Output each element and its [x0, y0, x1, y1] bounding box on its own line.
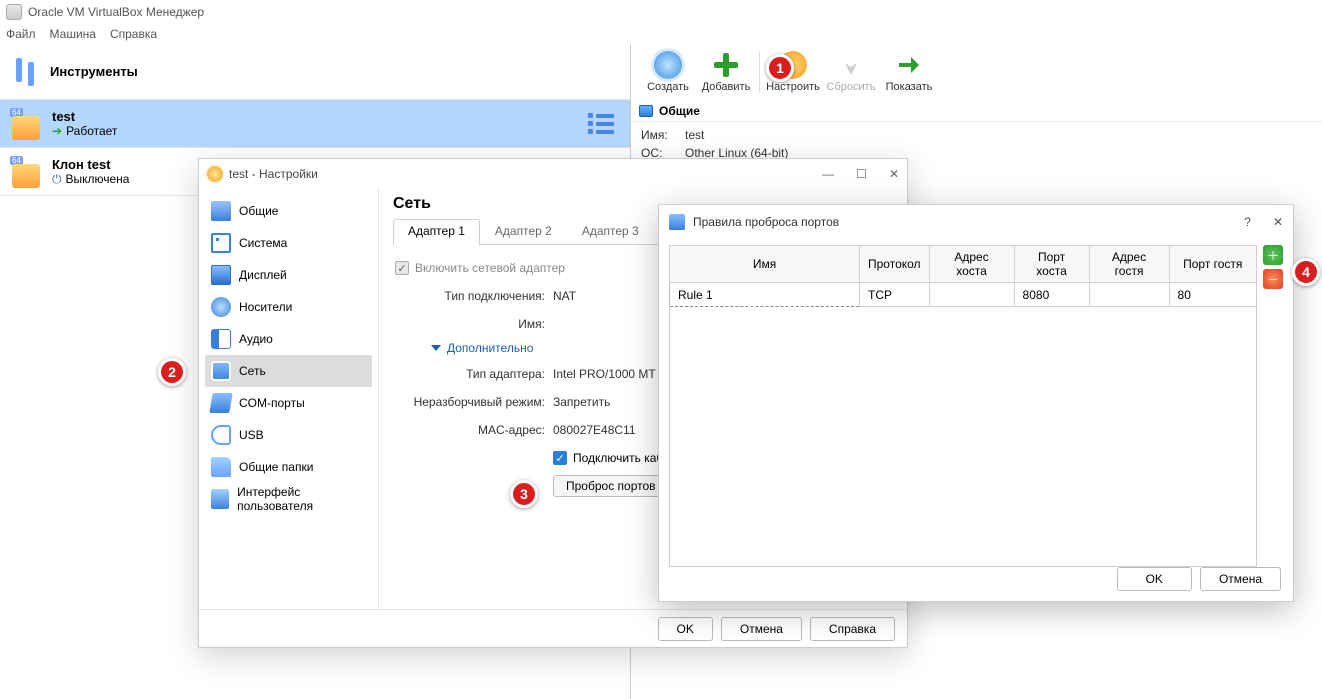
app-titlebar: Oracle VM VirtualBox Менеджер	[0, 0, 1322, 24]
annotation-badge-2: 2	[158, 358, 186, 386]
com-icon	[209, 393, 233, 413]
sidebar-item-system[interactable]: Система	[205, 227, 372, 259]
app-icon	[6, 4, 22, 20]
toolbar-create-button[interactable]: Создать	[639, 44, 697, 100]
details-section-general[interactable]: Общие	[631, 100, 1322, 122]
sidebar-item-ui[interactable]: Интерфейс пользователя	[205, 483, 372, 515]
plus-icon	[712, 51, 740, 79]
settings-title: test - Настройки	[229, 167, 318, 181]
settings-app-icon	[207, 166, 223, 182]
create-icon	[654, 51, 682, 79]
usb-icon	[211, 425, 231, 445]
vm-state: ⏻Выключена	[52, 172, 129, 187]
general-icon	[211, 201, 231, 221]
sidebar-item-storage[interactable]: Носители	[205, 291, 372, 323]
checkbox-icon: ✓	[553, 451, 567, 465]
settings-help-button[interactable]: Справка	[810, 617, 895, 641]
menu-file[interactable]: Файл	[6, 27, 36, 41]
monitor-icon	[639, 105, 653, 117]
ports-table: Имя Протокол Адрес хоста Порт хоста Адре…	[669, 245, 1257, 567]
cell-guest-addr[interactable]	[1089, 283, 1169, 307]
ports-titlebar: Правила проброса портов ? ✕	[659, 205, 1293, 239]
right-toolbar: Создать Добавить Настроить Сбросить Пока…	[631, 44, 1322, 100]
settings-ok-button[interactable]: OK	[658, 617, 713, 641]
col-guest-port[interactable]: Порт гостя	[1169, 246, 1256, 283]
cell-protocol[interactable]: TCP	[860, 283, 930, 307]
vm-item-test[interactable]: 64 test ➔Работает	[0, 100, 630, 148]
display-icon	[211, 265, 231, 285]
system-icon	[211, 233, 231, 253]
settings-cancel-button[interactable]: Отмена	[721, 617, 802, 641]
tools-item[interactable]: Инструменты	[0, 44, 630, 99]
vm-name: test	[52, 109, 117, 124]
close-button[interactable]: ✕	[889, 167, 899, 181]
ports-app-icon	[669, 214, 685, 230]
toolbar-reset-button[interactable]: Сбросить	[822, 44, 880, 100]
col-host-addr[interactable]: Адрес хоста	[929, 246, 1014, 283]
sidebar-item-network[interactable]: Сеть	[205, 355, 372, 387]
tab-adapter-3[interactable]: Адаптер 3	[567, 219, 654, 245]
arrow-down-icon	[837, 51, 865, 79]
settings-footer: OK Отмена Справка	[199, 609, 907, 647]
port-forwarding-dialog: Правила проброса портов ? ✕ Имя Протокол…	[658, 204, 1294, 602]
vm-state: ➔Работает	[52, 124, 117, 138]
settings-sidebar: Общие Система Дисплей Носители Аудио Сет…	[199, 189, 379, 609]
annotation-badge-1: 1	[766, 54, 794, 82]
col-name[interactable]: Имя	[670, 246, 860, 283]
vm-running-icon: ➔	[52, 124, 62, 138]
toolbar-add-button[interactable]: Добавить	[697, 44, 755, 100]
cell-host-addr[interactable]	[929, 283, 1014, 307]
app-title: Oracle VM VirtualBox Менеджер	[28, 5, 204, 19]
port-forwarding-button[interactable]: Проброс портов	[553, 475, 669, 497]
menu-machine[interactable]: Машина	[50, 27, 96, 41]
vm-off-icon: ⏻	[52, 172, 62, 187]
audio-icon	[211, 329, 231, 349]
col-protocol[interactable]: Протокол	[860, 246, 930, 283]
app-menubar: Файл Машина Справка	[0, 24, 1322, 44]
menu-help[interactable]: Справка	[110, 27, 157, 41]
annotation-badge-4: 4	[1292, 258, 1320, 286]
shared-icon	[211, 457, 231, 477]
settings-titlebar: test - Настройки — ☐ ✕	[199, 159, 907, 189]
ports-ok-button[interactable]: OK	[1117, 567, 1192, 591]
ports-title: Правила проброса портов	[693, 215, 839, 229]
vm-os-icon: 64	[10, 156, 42, 188]
sidebar-item-usb[interactable]: USB	[205, 419, 372, 451]
storage-icon	[211, 297, 231, 317]
arrow-right-icon	[895, 51, 923, 79]
ports-help-button[interactable]: ?	[1244, 215, 1251, 229]
checkbox-icon: ✓	[395, 261, 409, 275]
sidebar-item-com[interactable]: COM-порты	[205, 387, 372, 419]
sidebar-item-general[interactable]: Общие	[205, 195, 372, 227]
remove-rule-button[interactable]: －	[1263, 269, 1283, 289]
col-host-port[interactable]: Порт хоста	[1014, 246, 1089, 283]
vm-os-icon: 64	[10, 108, 42, 140]
chevron-down-icon	[431, 345, 441, 351]
sidebar-item-audio[interactable]: Аудио	[205, 323, 372, 355]
cell-host-port[interactable]: 8080	[1014, 283, 1089, 307]
tools-icon	[12, 56, 40, 88]
minimize-button[interactable]: —	[822, 167, 834, 181]
cell-name[interactable]: Rule 1	[670, 283, 860, 307]
ui-icon	[211, 489, 229, 509]
ports-close-button[interactable]: ✕	[1273, 215, 1283, 229]
annotation-badge-3: 3	[510, 480, 538, 508]
sidebar-item-shared[interactable]: Общие папки	[205, 451, 372, 483]
vm-detail-toggle[interactable]	[588, 113, 614, 134]
add-rule-button[interactable]: ＋	[1263, 245, 1283, 265]
toolbar-show-button[interactable]: Показать	[880, 44, 938, 100]
toolbar-separator	[759, 52, 760, 92]
vm-name: Клон test	[52, 157, 129, 172]
ports-cancel-button[interactable]: Отмена	[1200, 567, 1281, 591]
col-guest-addr[interactable]: Адрес гостя	[1089, 246, 1169, 283]
ports-side-buttons: ＋ －	[1263, 245, 1283, 557]
tab-adapter-2[interactable]: Адаптер 2	[480, 219, 567, 245]
ports-row[interactable]: Rule 1 TCP 8080 80	[670, 283, 1257, 307]
tools-label: Инструменты	[50, 64, 138, 79]
maximize-button[interactable]: ☐	[856, 167, 867, 181]
cell-guest-port[interactable]: 80	[1169, 283, 1256, 307]
tab-adapter-1[interactable]: Адаптер 1	[393, 219, 480, 245]
network-icon	[211, 361, 231, 381]
sidebar-item-display[interactable]: Дисплей	[205, 259, 372, 291]
